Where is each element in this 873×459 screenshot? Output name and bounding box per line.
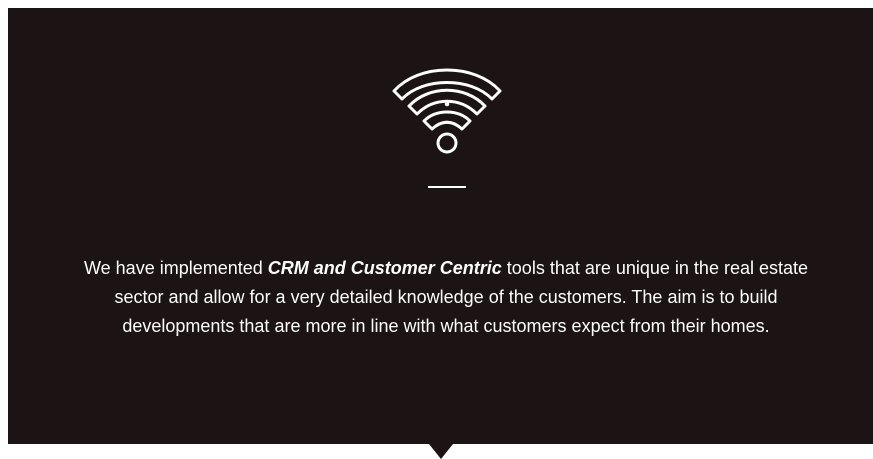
panel-pointer — [429, 444, 453, 459]
description-text-before: We have implemented — [84, 258, 268, 278]
wifi-icon — [392, 68, 502, 154]
description-emphasis: CRM and Customer Centric — [267, 258, 502, 278]
divider-line — [428, 186, 466, 188]
panel-description: We have implemented CRM and Customer Cen… — [73, 254, 819, 341]
